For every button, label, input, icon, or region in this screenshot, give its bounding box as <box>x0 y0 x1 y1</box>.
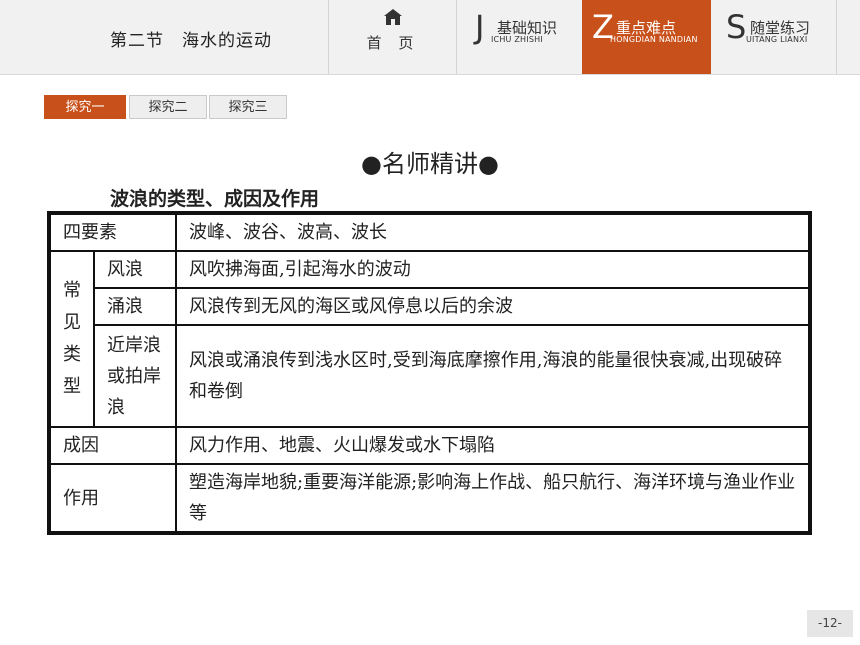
nav-tab-pinyin: UITANG LIANXI <box>746 35 808 44</box>
types-label-char: 见 <box>63 312 81 333</box>
table-cell: 风吹拂海面,引起海水的波动 <box>175 250 811 289</box>
table-cell: 风力作用、地震、火山爆发或水下塌陷 <box>175 426 811 465</box>
table-cell: 四要素 <box>48 212 177 252</box>
nav-tab-pinyin: ICHU ZHISHI <box>491 35 543 44</box>
types-label-char: 型 <box>63 376 81 397</box>
table-cell: 风浪传到无风的海区或风停息以后的余波 <box>175 287 811 326</box>
nav-tab-letter: J <box>475 8 485 46</box>
tab-explore-3[interactable]: 探究三 <box>209 95 287 119</box>
nav-tab-jichu[interactable]: J 基础知识 ICHU ZHISHI <box>457 0 581 74</box>
section-heading: ●名师精讲● <box>361 150 499 178</box>
table-cell: 近岸浪或拍岸浪 <box>93 324 177 428</box>
nav-tab-pinyin: HONGDIAN NANDIAN <box>610 35 698 44</box>
lesson-title: 第二节 海水的运动 <box>110 31 272 51</box>
table-row: 常 见 类 型 风浪 风吹拂海面,引起海水的波动 <box>48 250 811 428</box>
table-cell: 成因 <box>48 426 177 465</box>
nav-tab-suitang[interactable]: S 随堂练习 UITANG LIANXI <box>712 0 836 74</box>
table-row: 作用 塑造海岸地貌;重要海洋能源;影响海上作战、船只航行、海洋环境与渔业作业等 <box>48 463 811 534</box>
table-row: 成因 风力作用、地震、火山爆发或水下塌陷 <box>48 426 811 465</box>
nav-tab-letter: S <box>726 8 747 46</box>
types-label-char: 常 <box>63 280 81 301</box>
table-cell: 塑造海岸地貌;重要海洋能源;影响海上作战、船只航行、海洋环境与渔业作业等 <box>175 463 811 534</box>
types-label-char: 类 <box>63 344 81 365</box>
home-button[interactable]: 首 页 <box>330 0 456 74</box>
table-cell-types-label: 常 见 类 型 <box>48 250 95 428</box>
table-cell: 涌浪 <box>93 287 177 326</box>
divider <box>836 0 837 74</box>
table-row: 四要素 波峰、波谷、波高、波长 <box>48 212 811 252</box>
page-number: -12- <box>807 610 853 637</box>
nav-tab-zhongdian[interactable]: Z 重点难点 HONGDIAN NANDIAN <box>582 0 711 74</box>
table-row: 涌浪 风浪传到无风的海区或风停息以后的余波 <box>49 287 811 326</box>
table-cell: 作用 <box>48 463 177 534</box>
divider <box>328 0 329 74</box>
tab-explore-2[interactable]: 探究二 <box>129 95 207 119</box>
table-row: 近岸浪或拍岸浪 风浪或涌浪传到浅水区时,受到海底摩擦作用,海浪的能量很快衰减,出… <box>49 324 811 428</box>
wave-table: 四要素 波峰、波谷、波高、波长 常 见 类 型 风浪 风吹拂海面,引起海水的波动… <box>47 211 812 535</box>
table-cell: 风浪 <box>93 250 177 289</box>
top-nav-bar: 第二节 海水的运动 首 页 J 基础知识 ICHU ZHISHI Z 重点难点 … <box>0 0 860 75</box>
table-cell: 波峰、波谷、波高、波长 <box>175 212 811 252</box>
home-label: 首 页 <box>366 34 420 52</box>
table-cell: 风浪或涌浪传到浅水区时,受到海底摩擦作用,海浪的能量很快衰减,出现破碎和卷倒 <box>175 324 811 428</box>
subheading: 波浪的类型、成因及作用 <box>110 188 320 210</box>
tab-explore-1[interactable]: 探究一 <box>44 95 126 119</box>
home-icon <box>384 9 402 25</box>
